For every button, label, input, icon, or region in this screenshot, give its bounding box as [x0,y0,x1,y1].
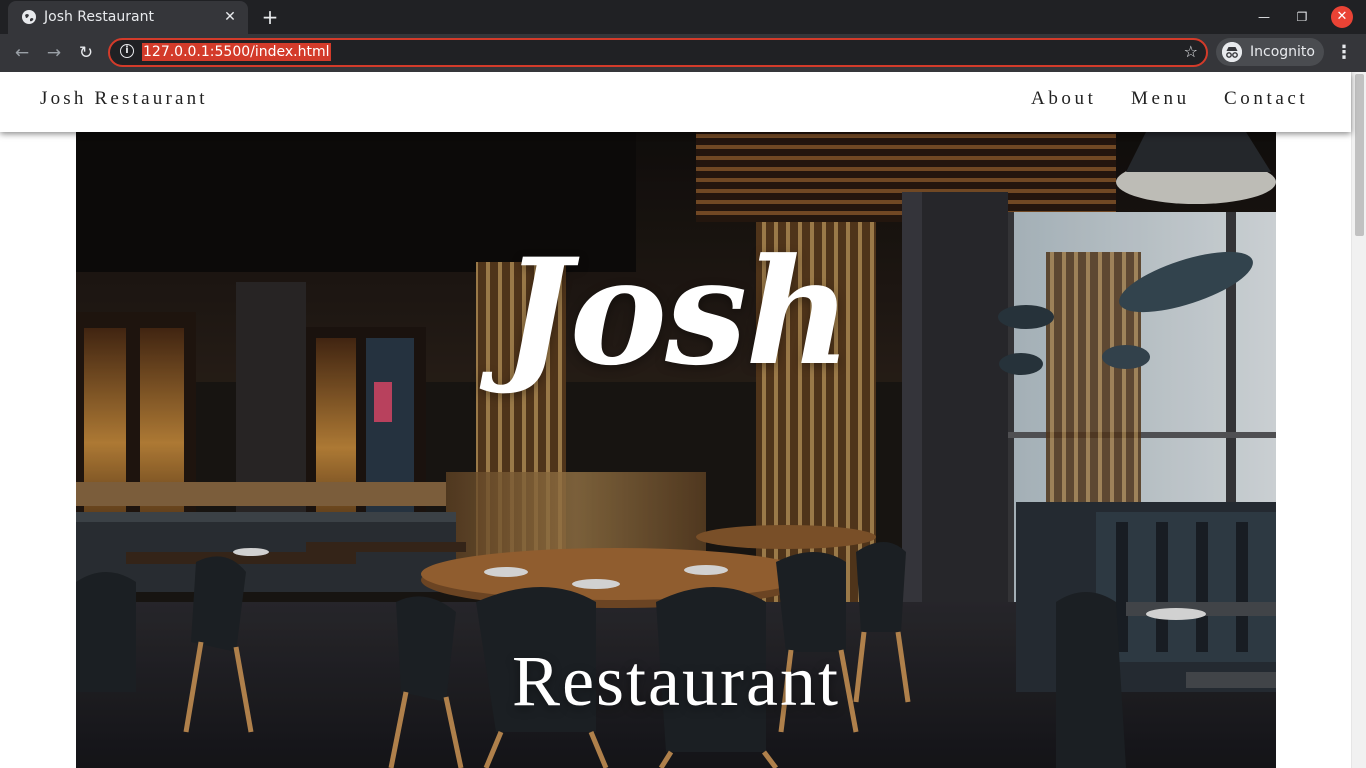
address-bar[interactable]: i 127.0.0.1:5500/index.html ☆ [108,38,1208,67]
incognito-icon [1222,42,1242,62]
browser-tab-strip: Josh Restaurant ✕ + — ❐ ✕ [0,0,1366,34]
incognito-label: Incognito [1250,44,1315,60]
reload-icon[interactable]: ↻ [74,41,98,65]
nav-link-about[interactable]: About [1031,88,1097,110]
incognito-badge[interactable]: Incognito [1216,38,1324,66]
browser-toolbar: ← → ↻ i 127.0.0.1:5500/index.html ☆ Inco… [0,34,1366,72]
globe-icon [22,10,36,24]
close-icon[interactable]: ✕ [222,9,238,25]
hero-subtitle: Restaurant [512,641,840,721]
page-scrollbar[interactable] [1351,72,1366,768]
info-icon[interactable]: i [120,44,134,58]
close-window-icon[interactable]: ✕ [1331,6,1353,28]
tab-title: Josh Restaurant [44,9,154,25]
page-viewport: Josh Restaurant About Menu Contact Josh … [0,72,1366,768]
star-icon[interactable]: ☆ [1184,42,1198,62]
minimize-icon[interactable]: — [1252,7,1276,27]
nav-link-contact[interactable]: Contact [1224,88,1308,110]
hero-section: Josh Restaurant [76,132,1276,768]
arrow-left-icon[interactable]: ← [10,41,34,65]
scrollbar-thumb[interactable] [1355,74,1364,236]
url-text[interactable]: 127.0.0.1:5500/index.html [142,43,331,61]
arrow-right-icon[interactable]: → [42,41,66,65]
hero-title: Josh [502,227,852,398]
plus-icon[interactable]: + [258,6,282,28]
kebab-menu-icon[interactable]: ⋮ [1334,42,1354,64]
browser-tab[interactable]: Josh Restaurant ✕ [8,1,248,34]
nav-link-menu[interactable]: Menu [1131,88,1190,110]
site-navbar: Josh Restaurant About Menu Contact [0,72,1351,132]
site-brand-link[interactable]: Josh Restaurant [40,88,208,110]
maximize-icon[interactable]: ❐ [1290,7,1314,27]
